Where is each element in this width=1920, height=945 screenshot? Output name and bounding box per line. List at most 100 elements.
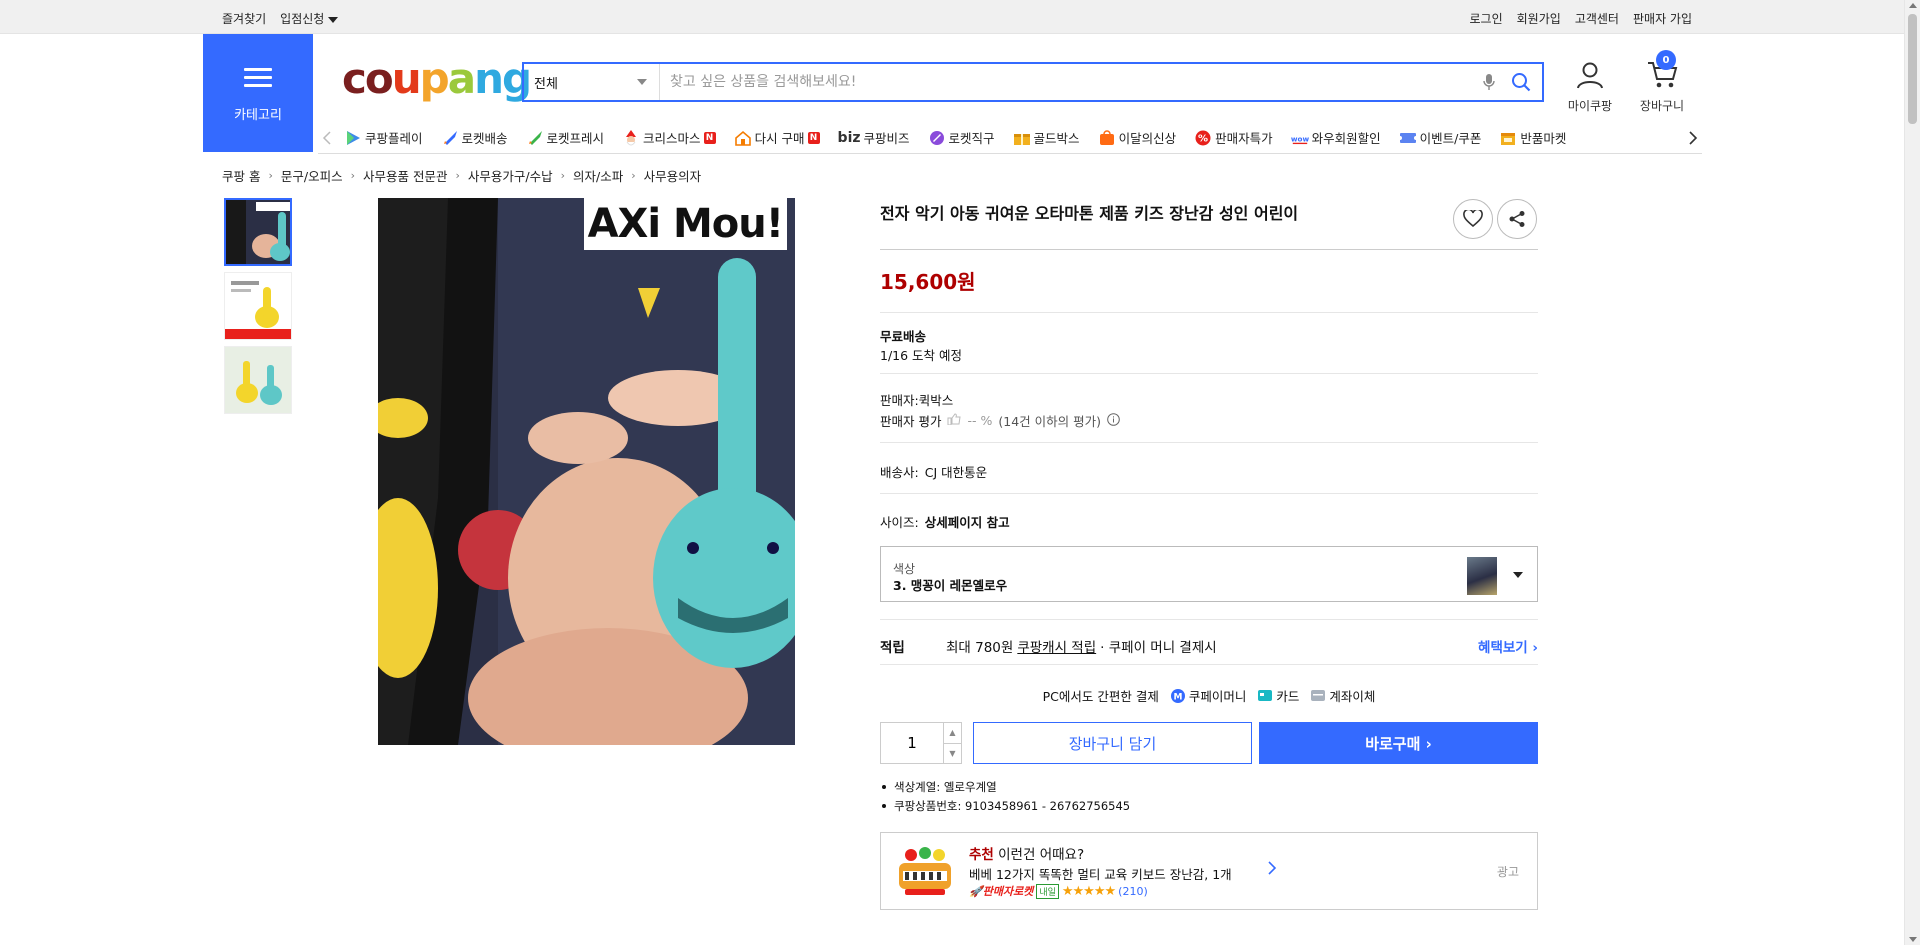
nav-next-arrow-icon[interactable] bbox=[1684, 129, 1702, 147]
nav-item-rocket-fresh[interactable]: 로켓프레시 bbox=[526, 128, 604, 147]
tomorrow-badge: 내일 bbox=[1036, 883, 1059, 899]
quantity-increase-icon[interactable]: ▲ bbox=[944, 723, 961, 744]
caret-down-icon bbox=[328, 16, 339, 23]
seller-info: 판매자:퀵박스 bbox=[880, 390, 1538, 409]
nav-item-coupang-biz[interactable]: biz 쿠팡비즈 bbox=[838, 128, 910, 147]
nav-label: 로켓직구 bbox=[948, 131, 995, 146]
nav-item-return-market[interactable]: 반품마켓 bbox=[1499, 128, 1566, 147]
dropdown-arrow-icon bbox=[1513, 572, 1523, 578]
seller-rating-value: -- % bbox=[967, 413, 993, 428]
pay-method-bank: 계좌이체 bbox=[1311, 686, 1375, 705]
breadcrumb-item[interactable]: 의자/소파 bbox=[573, 166, 623, 185]
rocket-fresh-icon bbox=[526, 129, 544, 147]
signup-link[interactable]: 회원가입 bbox=[1517, 10, 1561, 27]
nav-item-christmas[interactable]: 크리스마스 N bbox=[622, 128, 716, 147]
partner-apply-link[interactable]: 입점신청 bbox=[280, 10, 339, 27]
microphone-icon[interactable] bbox=[1478, 71, 1500, 93]
bookmark-link[interactable]: 즐겨찾기 bbox=[222, 10, 266, 27]
buy-now-button[interactable]: 바로구매 › bbox=[1259, 722, 1538, 764]
new-badge: N bbox=[807, 131, 820, 144]
breadcrumb-item[interactable]: 사무용품 전문관 bbox=[363, 166, 447, 185]
reward-amount: 최대 780원 bbox=[946, 640, 1014, 656]
scroll-up-icon[interactable] bbox=[1909, 3, 1917, 8]
nav-label: 반품마켓 bbox=[1520, 131, 1567, 146]
percent-icon: % bbox=[1194, 129, 1212, 147]
pay-method-card: 카드 bbox=[1258, 686, 1299, 705]
coupon-icon bbox=[1398, 129, 1417, 147]
nav-label: 이달의신상 bbox=[1118, 131, 1177, 146]
nav-label: 다시 구매 bbox=[754, 131, 805, 146]
cart-count-badge: 0 bbox=[1656, 50, 1676, 70]
partner-apply-label: 입점신청 bbox=[280, 12, 325, 26]
top-utility-bar: 즐겨찾기 입점신청 로그인 회원가입 고객센터 판매자 가입 bbox=[0, 0, 1920, 34]
rocket-icon: 🚀 bbox=[969, 885, 983, 898]
pay-method-label: 계좌이체 bbox=[1329, 689, 1376, 704]
new-bag-icon bbox=[1098, 129, 1116, 147]
seller-rating-note: (14건 이하의 평가) bbox=[998, 414, 1101, 429]
mypage-label: 마이쿠팡 bbox=[1567, 99, 1613, 113]
product-thumbnail[interactable] bbox=[224, 346, 292, 414]
wishlist-button[interactable] bbox=[1453, 199, 1493, 239]
scrollbar-thumb[interactable] bbox=[1908, 14, 1917, 124]
nav-item-coupang-play[interactable]: 쿠팡플레이 bbox=[344, 128, 423, 147]
breadcrumb-item[interactable]: 문구/오피스 bbox=[281, 166, 343, 185]
category-menu-button[interactable]: 카테고리 bbox=[203, 34, 313, 152]
svg-text:%: % bbox=[1198, 133, 1208, 144]
nav-item-rocket-delivery[interactable]: 로켓배송 bbox=[441, 128, 508, 147]
quantity-decrease-icon[interactable]: ▼ bbox=[944, 744, 961, 764]
carrier-label: 배송사: bbox=[880, 465, 919, 480]
seller-link[interactable]: 퀵박스 bbox=[919, 393, 954, 408]
divider bbox=[880, 249, 1538, 250]
nav-item-wow-discount[interactable]: wow 와우회원할인 bbox=[1291, 128, 1381, 147]
scroll-down-icon[interactable] bbox=[1909, 937, 1917, 942]
nav-item-rebuy[interactable]: 다시 구매 N bbox=[734, 128, 820, 147]
thumbs-up-icon bbox=[947, 413, 962, 428]
cart-button[interactable]: 0 장바구니 bbox=[1632, 50, 1692, 114]
dropdown-arrow-icon bbox=[637, 79, 647, 85]
coupang-logo[interactable]: coupang bbox=[342, 52, 532, 106]
search-icon[interactable] bbox=[1506, 67, 1536, 97]
quantity-input[interactable] bbox=[881, 723, 943, 763]
customer-center-link[interactable]: 고객센터 bbox=[1575, 10, 1619, 27]
image-watermark: AXi Mou! bbox=[583, 198, 787, 250]
page-scrollbar[interactable] bbox=[1904, 0, 1920, 945]
recommendation-ad[interactable]: 추천 이런건 어때요? 베베 12가지 똑똑한 멀티 교육 키보드 장난감, 1… bbox=[880, 832, 1538, 910]
search-input[interactable] bbox=[660, 64, 1478, 100]
spec-item: 색상계열: 옐로우계열 bbox=[880, 779, 1130, 795]
nav-prev-arrow-icon[interactable] bbox=[318, 129, 336, 147]
nav-item-monthly-new[interactable]: 이달의신상 bbox=[1098, 128, 1177, 147]
breadcrumb: 쿠팡 홈 › 문구/오피스 › 사무용품 전문관 › 사무용가구/수납 › 의자/소파 ›… bbox=[222, 166, 701, 185]
share-button[interactable] bbox=[1497, 199, 1537, 239]
ad-tag: 광고 bbox=[1496, 865, 1519, 879]
breadcrumb-item[interactable]: 사무용의자 bbox=[644, 166, 702, 185]
nav-item-event-coupon[interactable]: 이벤트/쿠폰 bbox=[1398, 128, 1481, 147]
nav-item-rocket-direct[interactable]: 로켓직구 bbox=[928, 128, 995, 147]
add-to-cart-button[interactable]: 장바구니 담기 bbox=[973, 722, 1252, 764]
seller-rating-label: 판매자 평가 bbox=[880, 414, 942, 429]
coupang-cash-link[interactable]: 쿠팡캐시 적립 bbox=[1017, 636, 1096, 656]
chevron-right-icon[interactable] bbox=[1267, 861, 1277, 879]
bank-transfer-icon bbox=[1311, 690, 1326, 701]
mypage-button[interactable]: 마이쿠팡 bbox=[1560, 60, 1620, 114]
nav-item-seller-deal[interactable]: % 판매자특가 bbox=[1194, 128, 1273, 147]
seller-rocket-badge: 🚀판매자로켓 bbox=[969, 883, 1033, 899]
product-thumbnail[interactable] bbox=[224, 198, 292, 266]
search-category-select[interactable]: 전체 bbox=[524, 64, 660, 100]
product-main-image[interactable]: AXi Mou! bbox=[378, 198, 795, 745]
nav-item-gold-box[interactable]: 골드박스 bbox=[1013, 128, 1080, 147]
cart-label: 장바구니 bbox=[1639, 99, 1685, 113]
new-badge: N bbox=[703, 131, 716, 144]
breadcrumb-home[interactable]: 쿠팡 홈 bbox=[222, 166, 260, 185]
color-option-select[interactable]: 색상 3. 맹꽁이 레몬옐로우 bbox=[880, 546, 1538, 602]
nav-label: 골드박스 bbox=[1033, 131, 1080, 146]
seller-signup-link[interactable]: 판매자 가입 bbox=[1633, 10, 1692, 27]
product-thumbnail[interactable] bbox=[224, 272, 292, 340]
benefit-more-link[interactable]: 혜택보기 › bbox=[1478, 636, 1538, 656]
chevron-right-icon: › bbox=[350, 169, 356, 182]
login-link[interactable]: 로그인 bbox=[1470, 10, 1503, 27]
review-count: (210) bbox=[1118, 884, 1148, 898]
breadcrumb-item[interactable]: 사무용가구/수납 bbox=[468, 166, 553, 185]
divider bbox=[880, 664, 1538, 665]
carrier-info: 배송사: CJ 대한통운 bbox=[880, 462, 1538, 481]
info-icon[interactable] bbox=[1107, 412, 1120, 429]
